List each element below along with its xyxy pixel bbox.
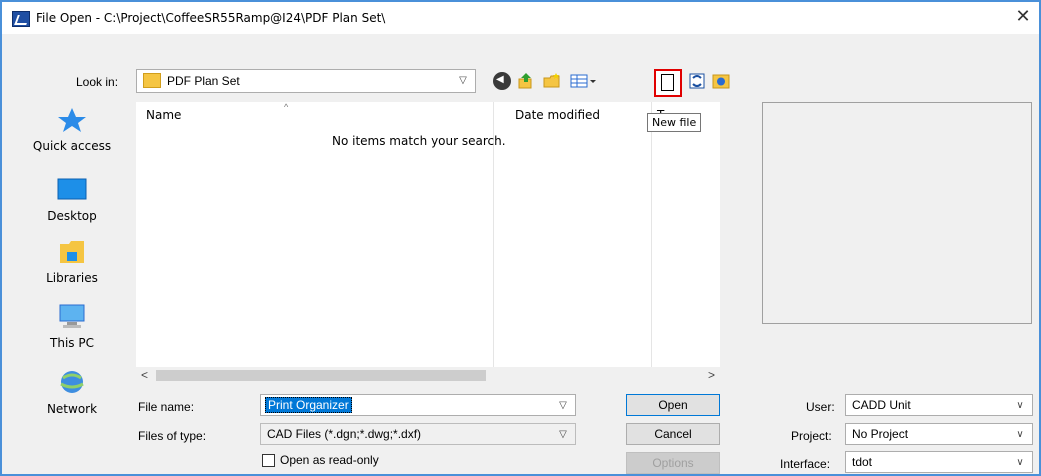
refresh-icon[interactable] bbox=[688, 72, 706, 90]
interface-label: Interface: bbox=[780, 457, 831, 471]
new-file-icon bbox=[661, 74, 674, 91]
user-value: CADD Unit bbox=[852, 398, 911, 412]
column-header-name[interactable]: Name bbox=[146, 108, 181, 122]
back-icon[interactable] bbox=[493, 72, 511, 90]
place-label: Libraries bbox=[46, 271, 98, 285]
filename-combobox[interactable]: Print Organizer ▽ bbox=[260, 394, 576, 416]
user-select[interactable]: CADD Unit ∨ bbox=[845, 394, 1033, 416]
desktop-icon bbox=[57, 177, 87, 203]
file-open-dialog: File Open - C:\Project\CoffeeSR55Ramp@I2… bbox=[0, 0, 1041, 476]
column-divider[interactable] bbox=[651, 102, 652, 367]
places-bar: Quick access Desktop Libraries This PC N… bbox=[20, 102, 124, 462]
lookin-value: PDF Plan Set bbox=[167, 74, 240, 88]
chevron-down-icon[interactable]: ▽ bbox=[555, 426, 571, 444]
place-label: Desktop bbox=[47, 209, 97, 223]
views-menu-icon[interactable] bbox=[570, 72, 598, 90]
up-folder-icon[interactable] bbox=[517, 72, 535, 90]
folder-icon bbox=[143, 73, 161, 88]
place-label: Quick access bbox=[32, 139, 112, 153]
window-title: File Open - C:\Project\CoffeeSR55Ramp@I2… bbox=[36, 11, 386, 25]
place-quick-access[interactable]: Quick access bbox=[20, 107, 124, 153]
user-label: User: bbox=[806, 400, 835, 414]
options-button[interactable]: Options bbox=[626, 452, 720, 474]
filename-input[interactable]: Print Organizer bbox=[265, 397, 352, 413]
readonly-label[interactable]: Open as read-only bbox=[280, 453, 379, 467]
project-select[interactable]: No Project ∨ bbox=[845, 423, 1033, 445]
new-file-tooltip: New file bbox=[647, 113, 702, 132]
cancel-button[interactable]: Cancel bbox=[626, 423, 720, 445]
preview-pane bbox=[762, 102, 1032, 324]
empty-message: No items match your search. bbox=[332, 134, 506, 148]
star-icon bbox=[57, 107, 87, 133]
filetype-select[interactable]: CAD Files (*.dgn;*.dwg;*.dxf) ▽ bbox=[260, 423, 576, 445]
open-button[interactable]: Open bbox=[626, 394, 720, 416]
new-folder-icon[interactable] bbox=[543, 72, 561, 90]
sort-up-icon: ^ bbox=[284, 102, 289, 112]
place-this-pc[interactable]: This PC bbox=[20, 304, 124, 350]
lookin-dropdown[interactable]: PDF Plan Set ▽ bbox=[136, 69, 476, 93]
filename-label: File name: bbox=[138, 400, 195, 414]
place-desktop[interactable]: Desktop bbox=[20, 177, 124, 223]
place-network[interactable]: Network bbox=[20, 370, 124, 416]
chevron-down-icon[interactable]: ∨ bbox=[1012, 426, 1028, 444]
filetype-value: CAD Files (*.dgn;*.dwg;*.dxf) bbox=[267, 427, 422, 441]
scroll-left-icon[interactable]: < bbox=[136, 367, 153, 384]
file-list[interactable]: Name ^ Date modified T No items match yo… bbox=[136, 102, 720, 367]
filetype-label: Files of type: bbox=[138, 429, 207, 443]
libraries-icon bbox=[57, 239, 87, 265]
chevron-down-icon[interactable]: ▽ bbox=[555, 397, 571, 415]
interface-select[interactable]: tdot ∨ bbox=[845, 451, 1033, 473]
chevron-down-icon[interactable]: ∨ bbox=[1012, 397, 1028, 415]
horizontal-scrollbar[interactable]: < > bbox=[136, 367, 720, 384]
scroll-thumb[interactable] bbox=[156, 370, 486, 381]
import-icon[interactable] bbox=[712, 72, 730, 90]
new-file-button[interactable] bbox=[654, 69, 682, 97]
interface-value: tdot bbox=[852, 455, 873, 469]
column-header-date-modified[interactable]: Date modified bbox=[515, 108, 600, 122]
place-libraries[interactable]: Libraries bbox=[20, 239, 124, 285]
scroll-right-icon[interactable]: > bbox=[703, 367, 720, 384]
lookin-label: Look in: bbox=[76, 75, 119, 89]
network-icon bbox=[57, 370, 87, 396]
place-label: Network bbox=[46, 402, 98, 416]
readonly-checkbox[interactable] bbox=[262, 454, 275, 467]
place-label: This PC bbox=[50, 336, 94, 350]
project-value: No Project bbox=[852, 427, 909, 441]
chevron-down-icon[interactable]: ▽ bbox=[455, 72, 471, 90]
microstation-app-icon bbox=[12, 11, 30, 27]
computer-icon bbox=[57, 304, 87, 330]
chevron-down-icon[interactable]: ∨ bbox=[1012, 454, 1028, 472]
project-label: Project: bbox=[791, 429, 832, 443]
title-bar[interactable]: File Open - C:\Project\CoffeeSR55Ramp@I2… bbox=[2, 2, 1039, 34]
close-icon[interactable]: ✕ bbox=[1013, 7, 1033, 27]
